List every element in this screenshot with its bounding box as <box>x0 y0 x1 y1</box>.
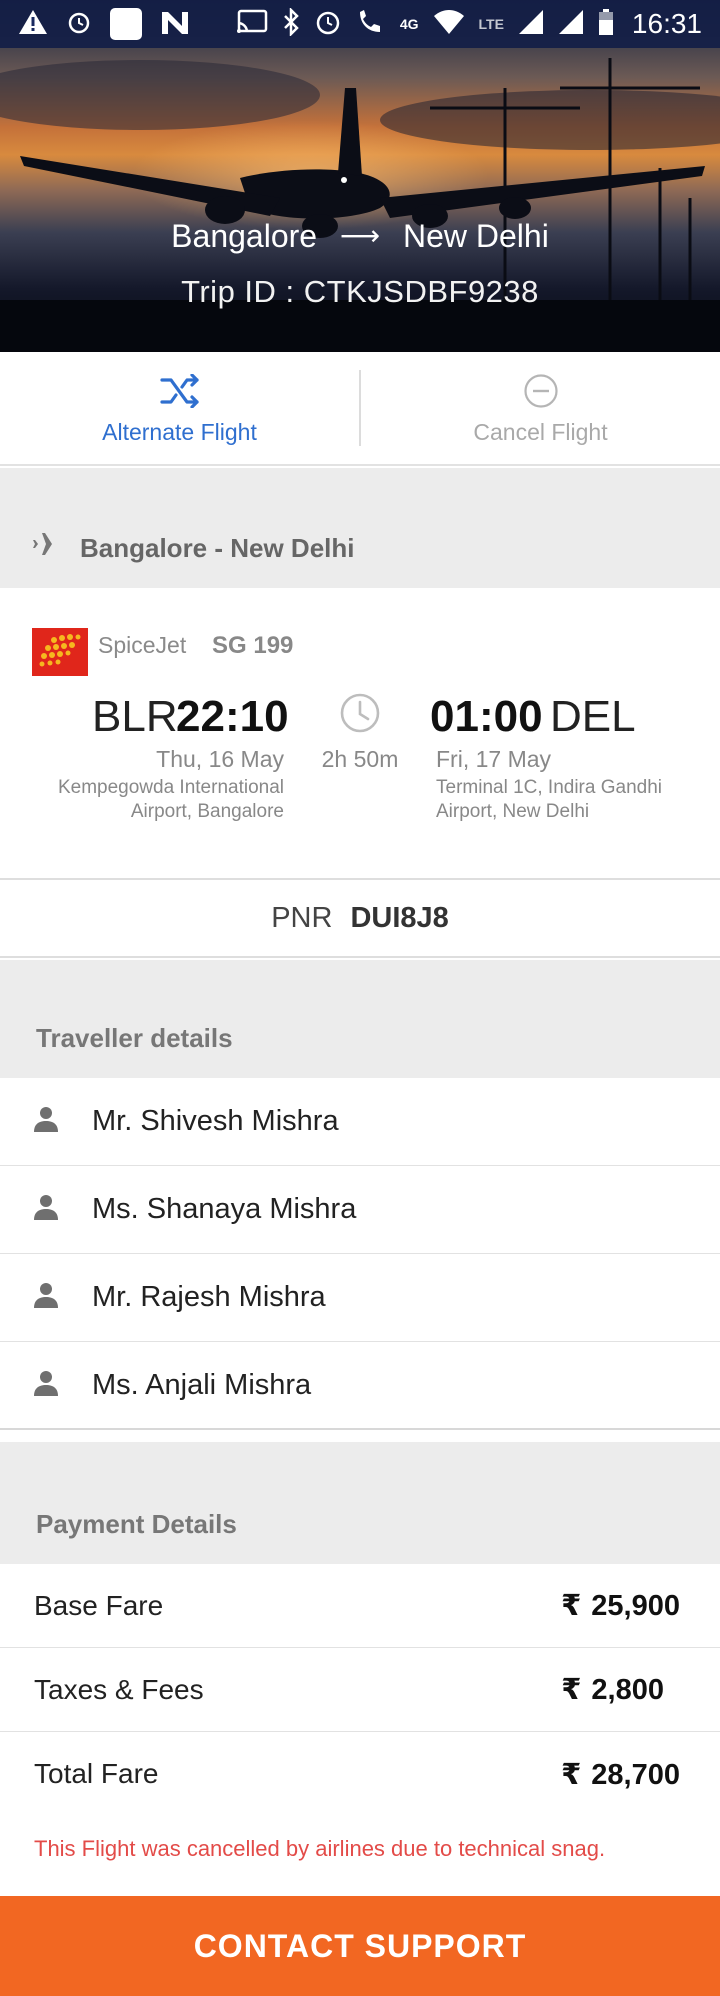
departure-date: Thu, 16 May <box>156 746 284 772</box>
trip-id: Trip ID : CTKJSDBF9238 <box>181 274 539 309</box>
cancel-flight-button[interactable]: Cancel Flight <box>361 352 720 464</box>
fare-label: Taxes & Fees <box>34 1673 204 1705</box>
departure-code: BLR <box>92 692 178 741</box>
fare-value: 2,800 <box>591 1674 664 1706</box>
trip-route-title: Bangalore ⟶ New Delhi <box>0 218 720 255</box>
traveller-details-header: Traveller details <box>0 960 720 1078</box>
fare-label: Base Fare <box>34 1589 164 1621</box>
call-4g-icon <box>356 8 386 40</box>
base-fare-row: Base Fare ₹25,900 <box>0 1564 720 1648</box>
airline-name: SpiceJet <box>98 632 187 658</box>
segment-header: Bangalore - New Delhi <box>0 468 720 588</box>
shuffle-icon <box>159 371 201 411</box>
fare-amount: ₹25,900 <box>561 1588 680 1623</box>
clock-time: 16:31 <box>631 8 702 39</box>
alternate-flight-label: Alternate Flight <box>102 418 257 445</box>
traveller-name: Ms. Shanaya Mishra <box>92 1193 357 1225</box>
payment-details-header: Payment Details <box>0 1442 720 1564</box>
arrival-code: DEL <box>550 692 636 741</box>
warning-icon <box>18 8 48 40</box>
payment-details-title: Payment Details <box>36 1509 237 1539</box>
rupee-icon: ₹ <box>561 1758 582 1791</box>
rupee-icon: ₹ <box>561 1590 582 1622</box>
cancellation-notice: This Flight was cancelled by airlines du… <box>34 1836 606 1861</box>
n-logo-icon <box>160 8 190 40</box>
traveller-list: Mr. Shivesh Mishra Ms. Shanaya Mishra Mr… <box>0 1078 720 1430</box>
person-icon <box>32 1193 62 1226</box>
traveller-row: Ms. Anjali Mishra <box>0 1342 720 1430</box>
flight-duration: 2h 50m <box>321 746 399 772</box>
bluetooth-icon <box>282 6 300 40</box>
wifi-icon <box>433 9 465 39</box>
rupee-icon: ₹ <box>561 1674 582 1706</box>
contact-support-button[interactable]: CONTACT SUPPORT <box>0 1896 720 1996</box>
traveller-row: Mr. Rajesh Mishra <box>0 1254 720 1342</box>
traveller-details-title: Traveller details <box>36 1023 233 1053</box>
arrival-time: 01:00 <box>430 692 543 741</box>
minus-circle-icon <box>523 371 559 411</box>
traveller-row: Ms. Shanaya Mishra <box>0 1166 720 1254</box>
person-icon <box>32 1369 62 1402</box>
arrival-airport: Terminal 1C, Indira Gandhi Airport, New … <box>436 777 662 822</box>
alternate-flight-button[interactable]: Alternate Flight <box>0 352 359 464</box>
trip-actions-bar: Alternate Flight Cancel Flight <box>0 352 720 466</box>
signal-icon-2 <box>558 9 584 39</box>
fare-value: 28,700 <box>591 1758 680 1791</box>
arrival-date: Fri, 17 May <box>436 746 552 772</box>
cancel-flight-label: Cancel Flight <box>473 418 608 445</box>
cast-icon <box>236 9 268 39</box>
traveller-name: Ms. Anjali Mishra <box>92 1368 312 1401</box>
traveller-name: Mr. Shivesh Mishra <box>92 1105 339 1137</box>
alarm-icon <box>66 9 92 39</box>
departure-airport: Kempegowda International Airport, Bangal… <box>57 777 284 822</box>
airplane-icon <box>32 529 64 564</box>
origin-city: Bangalore <box>171 218 318 254</box>
flight-number: SG 199 <box>212 632 294 659</box>
signal-icon-1 <box>518 9 544 39</box>
pnr-value: DUI8J8 <box>350 901 449 934</box>
traveller-name: Mr. Rajesh Mishra <box>92 1281 326 1313</box>
total-fare-row: Total Fare ₹28,700 <box>0 1732 720 1816</box>
taxes-fees-row: Taxes & Fees ₹2,800 <box>0 1648 720 1732</box>
network-4g-label: 4G <box>399 16 419 32</box>
person-icon <box>32 1281 62 1314</box>
departure-time: 22:10 <box>176 692 289 741</box>
status-bar: 4G LTE 16:31 <box>0 0 720 48</box>
fare-amount: ₹28,700 <box>561 1757 680 1792</box>
spicejet-logo <box>32 628 88 676</box>
app-notification-icon <box>110 8 142 40</box>
segment-title: Bangalore - New Delhi <box>80 533 355 563</box>
pnr-row: PNR DUI8J8 <box>0 880 720 958</box>
battery-icon <box>598 8 614 40</box>
airplane-silhouette-image <box>20 58 705 308</box>
pnr-label: PNR <box>271 901 333 934</box>
payment-list: Base Fare ₹25,900 Taxes & Fees ₹2,800 To… <box>0 1564 720 1816</box>
fare-value: 25,900 <box>591 1590 680 1622</box>
fare-amount: ₹2,800 <box>561 1672 664 1707</box>
fare-label: Total Fare <box>34 1758 159 1789</box>
destination-city: New Delhi <box>402 218 549 254</box>
clock-icon <box>339 692 381 739</box>
traveller-row: Mr. Shivesh Mishra <box>0 1078 720 1166</box>
arrow-right-icon: ⟶ <box>339 220 381 251</box>
person-icon <box>32 1105 62 1138</box>
trip-header-banner: 4G LTE 16:31 Bangalore ⟶ New Delhi Trip … <box>0 0 720 352</box>
lte-label: LTE <box>478 16 504 32</box>
alarm-clock-icon <box>314 8 342 40</box>
flight-details-card: SpiceJet SG 199 BLR 22:10 Thu, 16 May Ke… <box>0 588 720 880</box>
